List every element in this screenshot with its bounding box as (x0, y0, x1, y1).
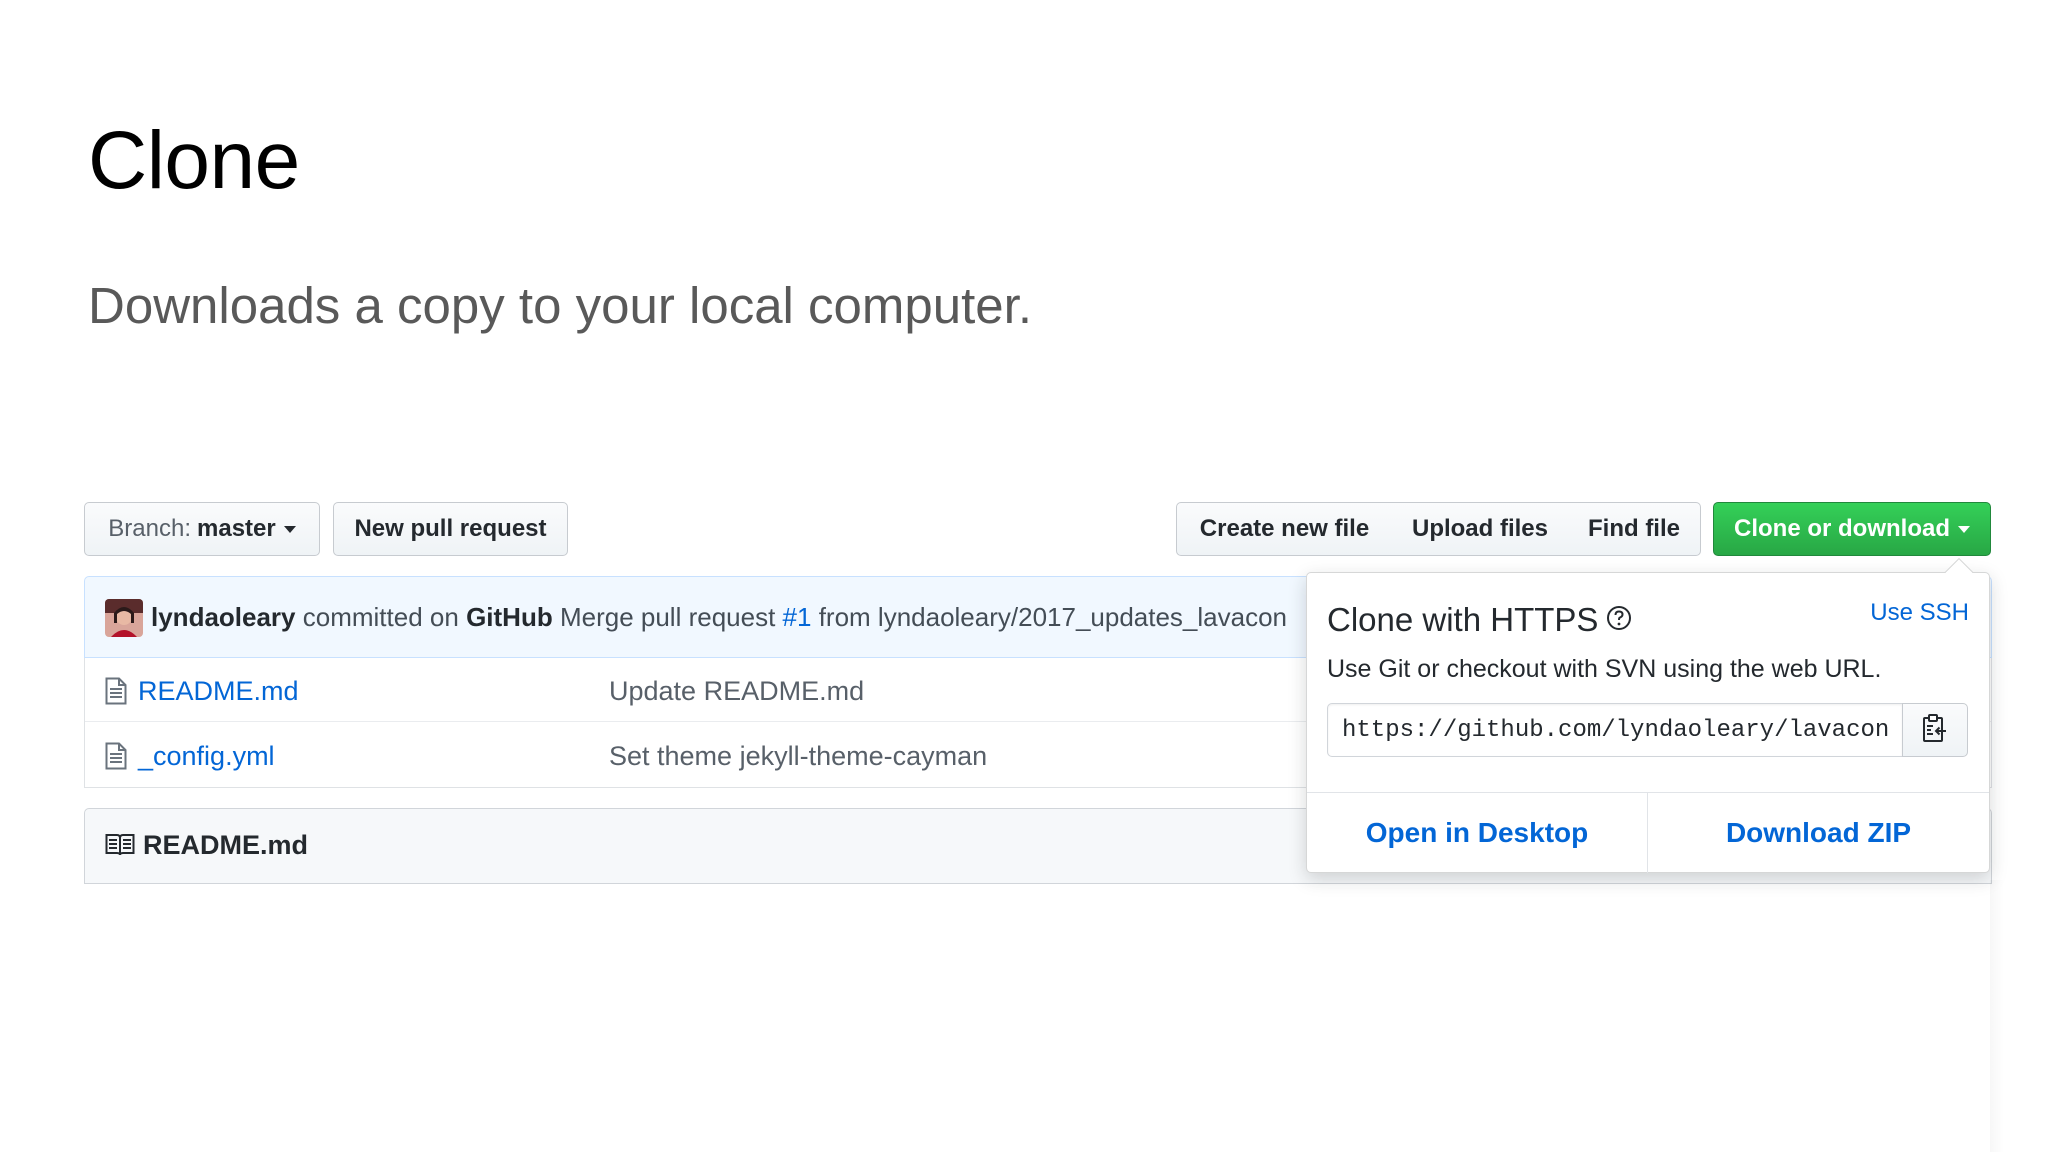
file-text-icon (105, 677, 127, 710)
commit-summary: lyndaoleary committed on GitHub Merge pu… (151, 602, 1287, 633)
commit-author-link[interactable]: lyndaoleary (151, 602, 296, 632)
popover-arrow (1944, 557, 1974, 587)
clone-popover-actions: Open in Desktop Download ZIP (1307, 792, 1989, 873)
commit-message-suffix[interactable]: from lyndaoleary/2017_updates_lavacon (819, 602, 1287, 632)
commit-platform-label: GitHub (466, 602, 553, 632)
readme-title: README.md (143, 830, 309, 860)
copy-to-clipboard-button[interactable] (1902, 703, 1968, 757)
caret-down-icon (283, 525, 296, 533)
find-file-button[interactable]: Find file (1568, 502, 1701, 556)
clone-popover-title-text: Clone with HTTPS (1327, 601, 1599, 638)
clone-popover-description: Use Git or checkout with SVN using the w… (1327, 655, 1882, 683)
commit-pr-link[interactable]: #1 (783, 602, 812, 632)
upload-files-button[interactable]: Upload files (1392, 502, 1569, 556)
book-icon (105, 833, 135, 862)
new-pull-request-button[interactable]: New pull request (333, 502, 568, 556)
caret-down-icon (1958, 525, 1970, 533)
clipboard-icon (1922, 713, 1948, 748)
create-new-file-button[interactable]: Create new file (1176, 502, 1393, 556)
clone-url-field[interactable]: https://github.com/lyndaoleary/lavacon (1327, 703, 1903, 757)
branch-name-label: master (197, 515, 276, 542)
slide-title: Clone (88, 115, 300, 206)
file-text-icon (105, 742, 127, 775)
file-name-link[interactable]: README.md (138, 676, 299, 707)
slide-subtitle: Downloads a copy to your local computer. (88, 277, 1032, 334)
file-commit-message[interactable]: Set theme jekyll-theme-cayman (609, 741, 987, 772)
clone-or-download-label: Clone or download (1734, 515, 1950, 542)
clone-popover: Clone with HTTPS Use SSH Use Git or chec… (1306, 557, 1990, 873)
clone-or-download-button[interactable]: Clone or download (1713, 502, 1991, 556)
avatar[interactable] (105, 599, 143, 637)
use-ssh-link[interactable]: Use SSH (1870, 599, 1969, 627)
question-icon[interactable] (1606, 601, 1632, 639)
download-zip-button[interactable]: Download ZIP (1648, 793, 1989, 873)
commit-message-prefix[interactable]: Merge pull request (560, 602, 775, 632)
clone-popover-title: Clone with HTTPS (1327, 601, 1632, 639)
open-in-desktop-button[interactable]: Open in Desktop (1307, 793, 1648, 873)
branch-select-button[interactable]: Branch: master (84, 502, 320, 556)
commit-committed-on-label: committed on (302, 602, 459, 632)
file-commit-message[interactable]: Update README.md (609, 676, 864, 707)
file-name-link[interactable]: _config.yml (138, 741, 275, 772)
branch-prefix-label: Branch: (108, 515, 191, 542)
content-edge-shadow (1990, 880, 2004, 1152)
